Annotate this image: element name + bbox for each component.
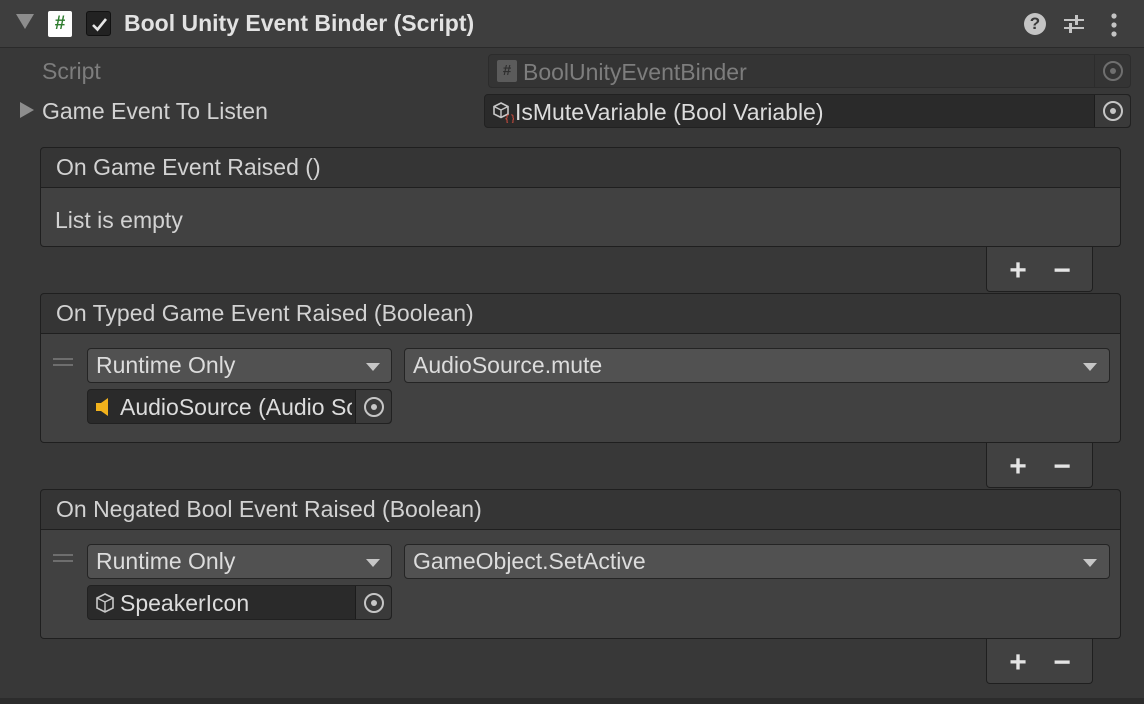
event-list-on-negated-bool-event-raised: Runtime Only GameObject.SetActive Speake… [40, 530, 1121, 639]
script-label: Script [42, 58, 101, 84]
chevron-down-icon [1083, 363, 1097, 371]
audio-source-icon [96, 398, 108, 416]
remove-listener-button[interactable]: − [1047, 648, 1077, 678]
inspector-divider [0, 698, 1144, 704]
svg-text:{}: {} [504, 114, 514, 123]
script-field-value: BoolUnityEventBinder [523, 59, 747, 85]
component-enabled-checkbox[interactable] [86, 11, 111, 36]
event-title: On Game Event Raised () [56, 154, 321, 180]
game-event-label: Game Event To Listen [42, 98, 268, 124]
scriptable-object-icon: {} [493, 102, 514, 123]
menu-icon[interactable] [1106, 12, 1122, 38]
foldout-expanded-icon[interactable] [16, 14, 34, 29]
event-list-on-game-event-raised: List is empty [40, 188, 1121, 247]
event-footer-buttons: + − [986, 443, 1093, 488]
event-header-on-negated-bool-event-raised: On Negated Bool Event Raised (Boolean) [40, 489, 1121, 530]
object-picker-icon[interactable] [1094, 95, 1130, 127]
add-listener-button[interactable]: + [1003, 256, 1033, 286]
game-event-field-value: IsMuteVariable (Bool Variable) [515, 99, 824, 125]
runtime-mode-value: Runtime Only [96, 352, 236, 378]
script-icon: # [48, 11, 72, 37]
event-footer-buttons: + − [986, 247, 1093, 292]
runtime-mode-dropdown[interactable]: Runtime Only [87, 544, 392, 579]
listener-target-field[interactable]: AudioSource (Audio Source) [87, 389, 392, 424]
foldout-collapsed-icon[interactable] [20, 102, 34, 118]
runtime-mode-value: Runtime Only [96, 548, 236, 574]
event-header-on-typed-game-event-raised: On Typed Game Event Raised (Boolean) [40, 293, 1121, 334]
listener-target-value: SpeakerIcon [120, 590, 250, 616]
event-title: On Typed Game Event Raised (Boolean) [56, 300, 474, 326]
event-header-on-game-event-raised: On Game Event Raised () [40, 147, 1121, 188]
function-value: AudioSource.mute [413, 352, 603, 378]
event-list-on-typed-game-event-raised: Runtime Only AudioSource.mute AudioSourc… [40, 334, 1121, 443]
gameobject-cube-icon [96, 593, 114, 613]
function-dropdown[interactable]: AudioSource.mute [404, 348, 1110, 383]
script-field: # BoolUnityEventBinder [488, 54, 1131, 88]
chevron-down-icon [366, 559, 380, 567]
help-icon[interactable]: ? [1024, 13, 1046, 35]
runtime-mode-dropdown[interactable]: Runtime Only [87, 348, 392, 383]
drag-handle-icon[interactable] [53, 554, 73, 562]
chevron-down-icon [366, 363, 380, 371]
remove-listener-button[interactable]: − [1047, 452, 1077, 482]
add-listener-button[interactable]: + [1003, 452, 1033, 482]
object-picker-icon[interactable] [355, 586, 391, 619]
chevron-down-icon [1083, 559, 1097, 567]
object-picker-icon[interactable] [355, 390, 391, 423]
object-picker-icon [1094, 55, 1130, 87]
checkmark-icon [92, 18, 108, 32]
script-icon: # [497, 60, 517, 82]
add-listener-button[interactable]: + [1003, 648, 1033, 678]
event-footer-buttons: + − [986, 639, 1093, 684]
component-header[interactable]: # Bool Unity Event Binder (Script) ? [0, 0, 1144, 48]
component-title: Bool Unity Event Binder (Script) [124, 10, 475, 36]
presets-icon[interactable] [1062, 13, 1086, 35]
remove-listener-button[interactable]: − [1047, 256, 1077, 286]
function-value: GameObject.SetActive [413, 548, 646, 574]
drag-handle-icon[interactable] [53, 358, 73, 366]
listener-target-value: AudioSource (Audio Source) [120, 394, 352, 420]
event-title: On Negated Bool Event Raised (Boolean) [56, 496, 482, 522]
function-dropdown[interactable]: GameObject.SetActive [404, 544, 1110, 579]
listener-target-field[interactable]: SpeakerIcon [87, 585, 392, 620]
game-event-field[interactable]: {} IsMuteVariable (Bool Variable) [484, 94, 1131, 128]
list-empty-text: List is empty [55, 207, 183, 233]
